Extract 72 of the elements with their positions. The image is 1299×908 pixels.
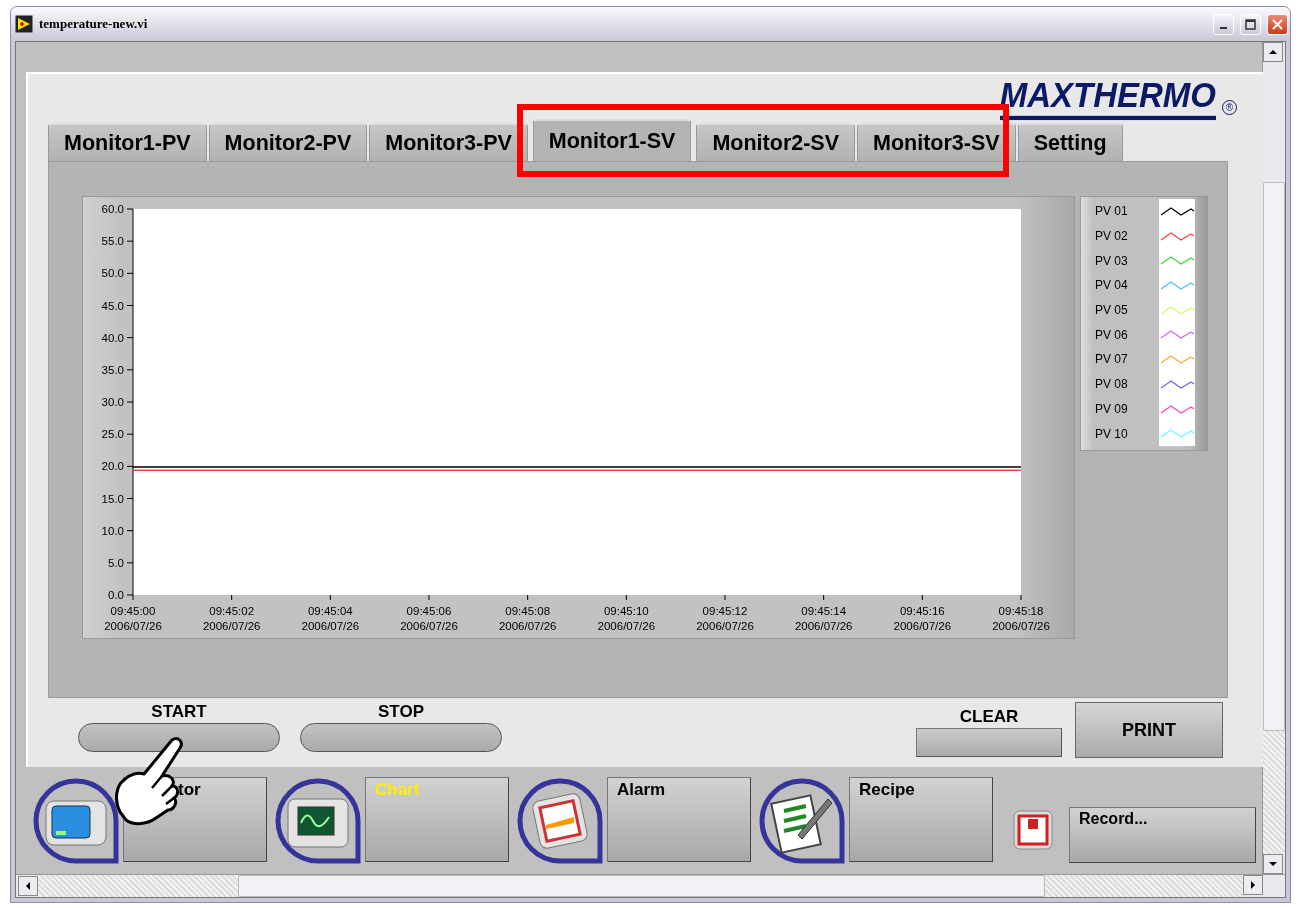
- y-tick-label: 60.0: [101, 203, 124, 215]
- scroll-right-button[interactable]: [1243, 875, 1263, 895]
- legend-label: PV 01: [1095, 204, 1128, 219]
- print-button[interactable]: PRINT: [1075, 702, 1223, 758]
- scroll-left-button[interactable]: [18, 876, 38, 896]
- app-icon: [15, 15, 33, 33]
- y-tick-label: 40.0: [101, 331, 124, 344]
- y-tick-label: 10.0: [101, 524, 124, 537]
- toolbar-button[interactable]: Record...: [1069, 807, 1256, 863]
- legend-label: PV 06: [1095, 327, 1128, 342]
- x-tick-label: 09:45:06 2006/07/26: [400, 605, 458, 632]
- button-caption: STOP: [378, 701, 424, 723]
- y-tick-label: 30.0: [101, 396, 124, 408]
- y-tick-label: 55.0: [101, 235, 124, 248]
- x-tick-label: 09:45:04 2006/07/26: [301, 605, 360, 632]
- legend-label: PV 05: [1095, 303, 1128, 318]
- y-tick-label: 50.0: [101, 267, 124, 280]
- right-arrow-icon: [1249, 881, 1257, 889]
- minimize-button[interactable]: [1213, 13, 1234, 35]
- left-arrow-icon: [24, 882, 32, 890]
- legend-label: PV 02: [1095, 229, 1128, 244]
- close-icon: [1272, 18, 1283, 30]
- legend-label: PV 04: [1095, 278, 1128, 293]
- x-tick-label: 09:45:00 2006/07/26: [104, 605, 162, 632]
- scroll-up-button[interactable]: [1263, 42, 1283, 62]
- button-caption: CLEAR: [959, 706, 1019, 728]
- tab[interactable]: Monitor2-SV: [696, 123, 856, 161]
- legend-label: PV 08: [1095, 377, 1128, 392]
- minimize-icon: [1220, 27, 1227, 29]
- y-tick-label: 15.0: [101, 492, 124, 505]
- gauge-icon[interactable]: [516, 777, 604, 865]
- x-tick-label: 09:45:12 2006/07/26: [696, 605, 754, 632]
- toolbar-button[interactable]: Alarm: [607, 777, 751, 862]
- y-tick-label: 0.0: [108, 589, 124, 601]
- notepad-icon[interactable]: [758, 777, 846, 865]
- down-arrow-icon: [1269, 860, 1277, 868]
- x-tick-label: 09:45:02 2006/07/26: [202, 605, 261, 632]
- x-tick-label: 09:45:10 2006/07/26: [597, 605, 656, 632]
- y-tick-label: 20.0: [101, 460, 124, 473]
- y-tick-label: 35.0: [101, 363, 124, 376]
- up-arrow-icon: [1269, 48, 1277, 56]
- tab[interactable]: Monitor3-SV: [857, 123, 1016, 161]
- scrollbar-thumb[interactable]: [238, 875, 1045, 897]
- scroll-down-button[interactable]: [1263, 854, 1283, 874]
- monitor-icon[interactable]: [274, 777, 362, 865]
- tab[interactable]: Monitor1-SV: [532, 119, 692, 161]
- legend-label: PV 10: [1095, 426, 1128, 441]
- pill-button[interactable]: [300, 723, 502, 752]
- tablet-icon[interactable]: [32, 777, 120, 865]
- y-tick-label: 45.0: [101, 299, 124, 312]
- button-caption: START: [151, 701, 207, 723]
- legend-label: PV 07: [1095, 352, 1128, 367]
- x-tick-label: 09:45:18 2006/07/26: [992, 605, 1050, 632]
- tab[interactable]: Monitor1-PV: [48, 123, 207, 161]
- tab[interactable]: Monitor3-PV: [369, 123, 528, 161]
- window-title: temperature-new.vi: [39, 16, 149, 32]
- x-tick-label: 09:45:08 2006/07/26: [498, 605, 557, 632]
- y-tick-label: 25.0: [101, 428, 124, 441]
- close-button[interactable]: [1267, 13, 1288, 35]
- maximize-button[interactable]: [1240, 13, 1261, 35]
- scrollbar-thumb[interactable]: [1263, 182, 1285, 731]
- tab[interactable]: Monitor2-PV: [208, 123, 368, 161]
- tab[interactable]: Setting: [1017, 123, 1123, 161]
- x-tick-label: 09:45:14 2006/07/26: [794, 605, 853, 632]
- maximize-icon: [1245, 18, 1256, 30]
- legend-label: PV 09: [1095, 401, 1128, 416]
- y-tick-label: 5.0: [108, 556, 124, 569]
- x-tick-label: 09:45:16 2006/07/26: [893, 605, 952, 632]
- clear-button[interactable]: [916, 728, 1062, 757]
- legend-label: PV 03: [1095, 253, 1128, 268]
- pill-button[interactable]: [78, 723, 280, 752]
- toolbar-button[interactable]: Recipe: [849, 777, 993, 862]
